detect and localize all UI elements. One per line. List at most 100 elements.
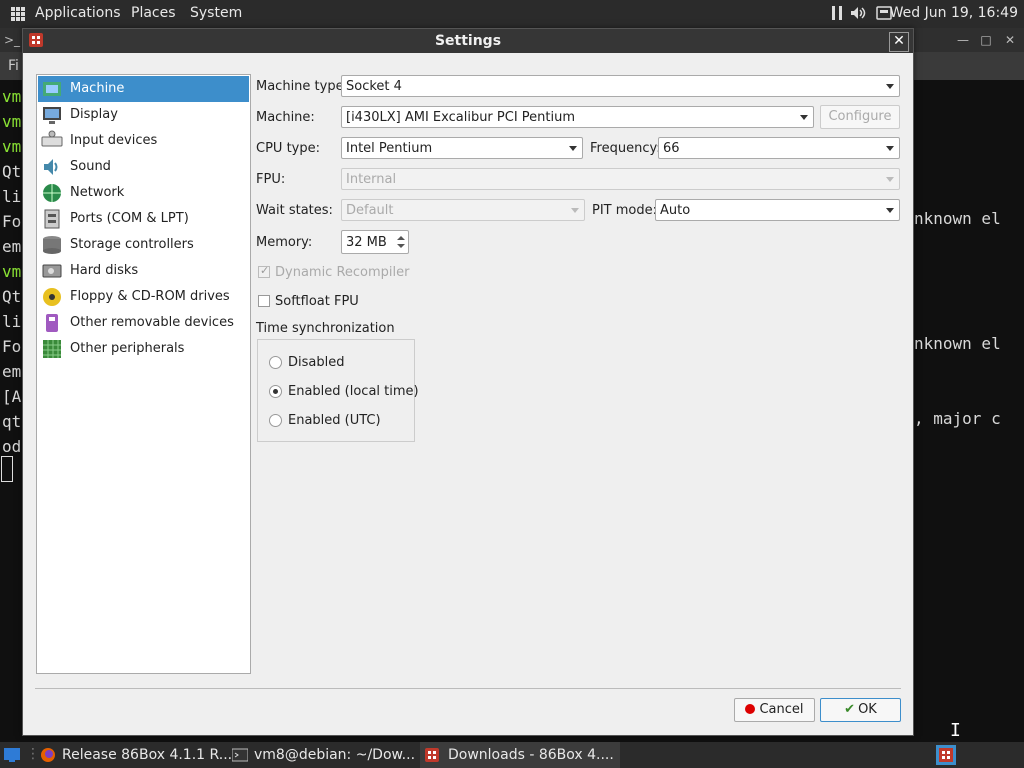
memory-spinbox[interactable]: 32 MB: [341, 230, 409, 254]
dynamic-recompiler-checkbox[interactable]: ✓: [258, 264, 270, 278]
time-sync-utc-radio[interactable]: [269, 414, 282, 427]
category-label: Network: [70, 185, 125, 200]
terminal-line: , major c: [914, 409, 1001, 428]
terminal-file-menu[interactable]: Fi: [8, 58, 19, 74]
dynamic-recompiler-label: Dynamic Recompiler: [275, 265, 410, 280]
terminal-line: qt: [2, 412, 22, 431]
task-firefox[interactable]: Release 86Box 4.1.1 R...: [40, 742, 232, 768]
terminal-line: vm: [2, 87, 22, 106]
category-label: Other peripherals: [70, 341, 185, 356]
category-sound[interactable]: Sound: [38, 154, 249, 180]
terminal-line: li: [2, 312, 22, 331]
network-tray-icon[interactable]: [829, 5, 845, 21]
terminal-line: Fo: [2, 337, 22, 356]
taskbar: ⋮ Release 86Box 4.1.1 R... vm8@debian: ~…: [0, 742, 1024, 768]
configure-button[interactable]: Configure: [820, 105, 900, 129]
terminal-line: [A: [2, 387, 22, 406]
dialog-title: Settings: [434, 33, 502, 49]
chevron-down-icon: [569, 146, 577, 151]
chevron-down-icon: [886, 177, 894, 182]
terminal-line: vm: [2, 137, 22, 156]
close-icon[interactable]: ✕: [889, 32, 909, 52]
category-display[interactable]: Display: [38, 102, 249, 128]
time-sync-local-radio[interactable]: [269, 385, 282, 398]
86box-icon: [425, 748, 439, 762]
machine-type-value: Socket 4: [346, 79, 402, 94]
spin-down-icon[interactable]: [397, 244, 405, 248]
system-menu[interactable]: System: [190, 5, 242, 21]
pit-mode-label: PIT mode:: [592, 203, 657, 218]
category-machine[interactable]: Machine: [38, 76, 249, 102]
cpu-type-select[interactable]: Intel Pentium: [341, 137, 583, 159]
machine-select[interactable]: [i430LX] AMI Excalibur PCI Pentium: [341, 106, 814, 128]
chevron-down-icon: [571, 208, 579, 213]
time-sync-label: Time synchronization: [256, 321, 395, 336]
wait-states-label: Wait states:: [256, 203, 333, 218]
frequency-label: Frequency:: [590, 141, 661, 156]
category-ports-com-lpt[interactable]: Ports (COM & LPT): [38, 206, 249, 232]
ports-icon: [44, 209, 60, 229]
sound-icon: [44, 159, 58, 175]
time-sync-disabled-radio[interactable]: [269, 356, 282, 369]
cancel-button[interactable]: Cancel: [734, 698, 815, 722]
pit-mode-value: Auto: [660, 203, 691, 218]
dialog-titlebar[interactable]: Settings ✕: [23, 29, 913, 53]
category-label: Display: [70, 107, 118, 122]
category-other-removable-devices[interactable]: Other removable devices: [38, 310, 249, 336]
network-icon: [43, 184, 61, 202]
frequency-select[interactable]: 66: [658, 137, 900, 159]
machine-label: Machine:: [256, 110, 315, 125]
terminal-line: od: [2, 437, 22, 456]
category-input-devices[interactable]: Input devices: [38, 128, 249, 154]
pit-mode-select[interactable]: Auto: [655, 199, 900, 221]
apps-grid-icon[interactable]: [11, 7, 25, 21]
fpu-select[interactable]: Internal: [341, 168, 900, 190]
terminal-line: Qt: [2, 287, 22, 306]
86box-tray-icon[interactable]: [936, 745, 956, 765]
category-hard-disks[interactable]: Hard disks: [38, 258, 249, 284]
task-label: Downloads - 86Box 4....: [448, 747, 614, 763]
terminal-icon: [232, 748, 248, 762]
frequency-value: 66: [663, 141, 680, 156]
category-storage-controllers[interactable]: Storage controllers: [38, 232, 249, 258]
chevron-down-icon: [886, 84, 894, 89]
terminal-line: Fo: [2, 212, 22, 231]
spin-up-icon[interactable]: [397, 236, 405, 240]
terminal-line: li: [2, 187, 22, 206]
applications-menu[interactable]: Applications: [35, 5, 121, 21]
memory-label: Memory:: [256, 235, 313, 250]
ok-button[interactable]: ✔ OK: [820, 698, 901, 722]
wait-states-value: Default: [346, 203, 394, 218]
time-sync-disabled-label: Disabled: [288, 355, 345, 370]
category-other-peripherals[interactable]: Other peripherals: [38, 336, 249, 362]
time-sync-local-label: Enabled (local time): [288, 384, 419, 399]
cpu-type-label: CPU type:: [256, 141, 320, 156]
ok-check-icon: ✔: [844, 702, 856, 717]
places-menu[interactable]: Places: [131, 5, 176, 21]
task-terminal[interactable]: vm8@debian: ~/Dow...: [232, 742, 417, 768]
volume-icon[interactable]: [850, 5, 866, 21]
chevron-down-icon: [800, 115, 808, 120]
cancel-label: Cancel: [759, 702, 804, 717]
clock[interactable]: Wed Jun 19, 16:49: [890, 5, 1018, 21]
terminal-line: vm: [2, 112, 22, 131]
terminal-close-icon[interactable]: ✕: [1002, 32, 1018, 48]
cancel-icon: [745, 704, 756, 714]
cpu-type-value: Intel Pentium: [346, 141, 433, 156]
machine-type-select[interactable]: Socket 4: [341, 75, 900, 97]
chevron-down-icon: [886, 208, 894, 213]
category-network[interactable]: Network: [38, 180, 249, 206]
wait-states-select[interactable]: Default: [341, 199, 585, 221]
task-86box[interactable]: Downloads - 86Box 4....: [420, 742, 620, 768]
terminal-line: nknown el: [914, 334, 1001, 353]
taskbar-separator-icon: ⋮: [26, 746, 40, 762]
settings-dialog: Settings ✕ Machine Display Input devices So…: [22, 28, 914, 736]
terminal-minimize-icon[interactable]: —: [955, 32, 971, 48]
terminal-line: em: [2, 237, 22, 256]
softfloat-fpu-checkbox[interactable]: [258, 295, 270, 307]
category-floppy-cd-rom-drives[interactable]: Floppy & CD-ROM drives: [38, 284, 249, 310]
show-desktop-icon[interactable]: [4, 747, 20, 763]
terminal-maximize-icon[interactable]: □: [978, 32, 994, 48]
task-label: Release 86Box 4.1.1 R...: [62, 747, 233, 763]
terminal-cursor: [1, 456, 13, 482]
